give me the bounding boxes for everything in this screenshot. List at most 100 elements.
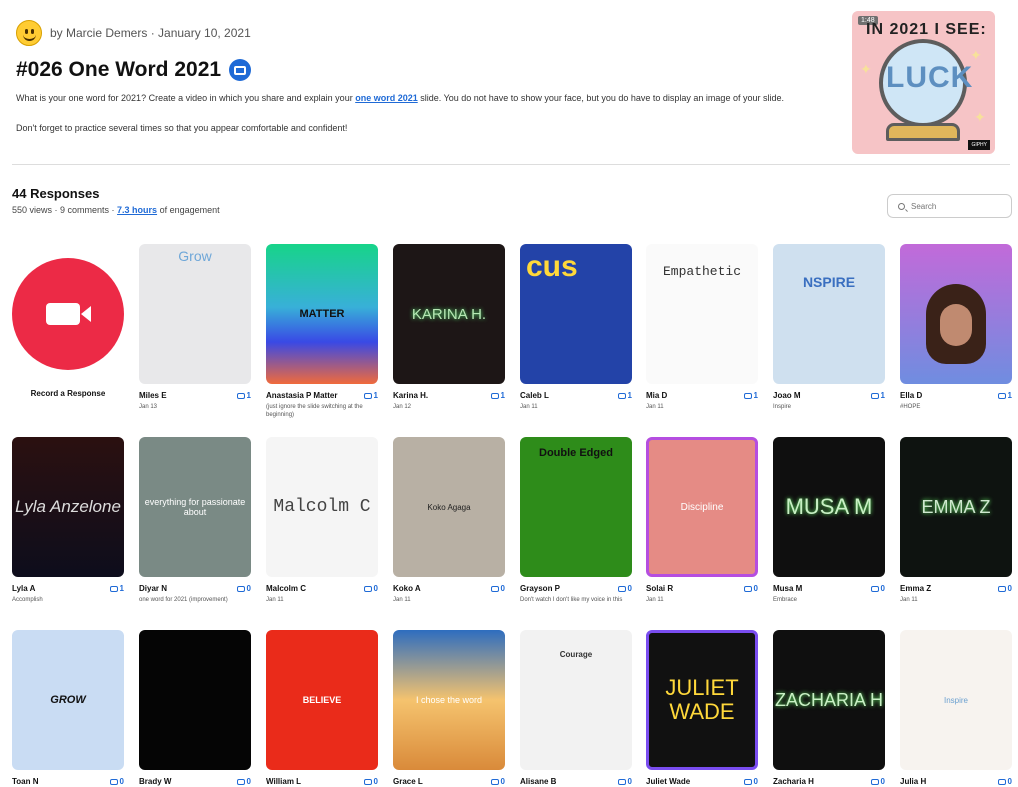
response-thumbnail[interactable]: MATTER — [266, 244, 378, 384]
response-thumbnail[interactable]: Inspire — [900, 630, 1012, 770]
comment-count[interactable]: 0 — [743, 584, 758, 593]
responder-name[interactable]: Malcolm C — [266, 584, 306, 593]
comment-count[interactable]: 1 — [997, 391, 1012, 400]
search-box[interactable] — [887, 194, 1012, 218]
response-thumbnail[interactable]: EMMA Z — [900, 437, 1012, 577]
comment-count[interactable]: 1 — [490, 391, 505, 400]
comment-count[interactable]: 0 — [617, 777, 632, 786]
responder-name[interactable]: Joao M — [773, 391, 801, 400]
response-card[interactable]: Grow Miles E 1 Jan 13 — [139, 244, 251, 411]
response-card[interactable]: Courage Alisane B 0 — [520, 630, 632, 786]
response-thumbnail[interactable]: JULIET WADE — [646, 630, 758, 770]
responder-name[interactable]: Anastasia P Matter — [266, 391, 337, 400]
comment-count[interactable]: 1 — [743, 391, 758, 400]
comment-count[interactable]: 0 — [997, 777, 1012, 786]
response-card[interactable]: ZACHARIA H Zacharia H 0 — [773, 630, 885, 786]
responder-name[interactable]: Zacharia H — [773, 777, 814, 786]
response-thumbnail[interactable] — [900, 244, 1012, 384]
share-screen-icon[interactable] — [229, 59, 252, 81]
response-thumbnail[interactable]: everything for passionate about — [139, 437, 251, 577]
responder-name[interactable]: Brady W — [139, 777, 171, 786]
response-card[interactable]: EMMA Z Emma Z 0 Jan 11 — [900, 437, 1012, 604]
responder-name[interactable]: Diyar N — [139, 584, 167, 593]
response-card[interactable]: NSPIRE Joao M 1 Inspire — [773, 244, 885, 411]
comment-count[interactable]: 1 — [363, 391, 378, 400]
responder-name[interactable]: William L — [266, 777, 301, 786]
comment-count[interactable]: 1 — [109, 584, 124, 593]
responder-name[interactable]: Ella D — [900, 391, 922, 400]
response-thumbnail[interactable]: cus — [520, 244, 632, 384]
response-thumbnail[interactable]: ZACHARIA H — [773, 630, 885, 770]
response-thumbnail[interactable]: Discipline — [646, 437, 758, 577]
record-response-label[interactable]: Record a Response — [12, 389, 124, 398]
responder-name[interactable]: Caleb L — [520, 391, 549, 400]
comment-count[interactable]: 0 — [490, 584, 505, 593]
response-thumbnail[interactable]: Malcolm C — [266, 437, 378, 577]
responder-name[interactable]: Juliet Wade — [646, 777, 690, 786]
response-card[interactable]: Inspire Julia H 0 — [900, 630, 1012, 786]
responder-name[interactable]: Koko A — [393, 584, 421, 593]
response-thumbnail[interactable]: Lyla Anzelone — [12, 437, 124, 577]
response-card[interactable]: Empathetic Mia D 1 Jan 11 — [646, 244, 758, 411]
response-thumbnail[interactable]: NSPIRE — [773, 244, 885, 384]
response-card[interactable]: cus Caleb L 1 Jan 11 — [520, 244, 632, 411]
responder-name[interactable]: Lyla A — [12, 584, 35, 593]
search-input[interactable] — [911, 201, 1006, 211]
responder-name[interactable]: Emma Z — [900, 584, 931, 593]
responder-name[interactable]: Grace L — [393, 777, 423, 786]
comment-count[interactable]: 0 — [870, 584, 885, 593]
smiley-avatar-icon[interactable] — [16, 20, 42, 46]
response-card[interactable]: KARINA H. Karina H. 1 Jan 12 — [393, 244, 505, 411]
comment-count[interactable]: 0 — [743, 777, 758, 786]
response-thumbnail[interactable]: GROW — [12, 630, 124, 770]
response-card[interactable]: Discipline Solai R 0 Jan 11 — [646, 437, 758, 604]
response-card[interactable]: BELIEVE William L 0 — [266, 630, 378, 786]
comment-count[interactable]: 0 — [997, 584, 1012, 593]
response-thumbnail[interactable] — [139, 630, 251, 770]
response-thumbnail[interactable]: Empathetic — [646, 244, 758, 384]
response-thumbnail[interactable]: Double Edged — [520, 437, 632, 577]
responder-name[interactable]: Miles E — [139, 391, 167, 400]
responder-name[interactable]: Solai R — [646, 584, 673, 593]
responder-name[interactable]: Musa M — [773, 584, 802, 593]
response-card[interactable]: Lyla Anzelone Lyla A 1 Accomplish — [12, 437, 124, 604]
comment-count[interactable]: 0 — [236, 584, 251, 593]
response-thumbnail[interactable]: Courage — [520, 630, 632, 770]
response-card[interactable]: Ella D 1 #HOPE — [900, 244, 1012, 411]
response-card[interactable]: Brady W 0 — [139, 630, 251, 786]
responder-name[interactable]: Grayson P — [520, 584, 560, 593]
response-thumbnail[interactable]: I chose the word — [393, 630, 505, 770]
response-thumbnail[interactable]: MUSA M — [773, 437, 885, 577]
cover-image[interactable]: 1:48 IN 2021 I SEE: ✦ ✦ ✦ LUCK GIPHY — [852, 11, 995, 154]
comment-count[interactable]: 0 — [617, 584, 632, 593]
response-card[interactable]: MUSA M Musa M 0 Embrace — [773, 437, 885, 604]
response-card[interactable]: I chose the word Grace L 0 — [393, 630, 505, 786]
response-card[interactable]: JULIET WADE Juliet Wade 0 — [646, 630, 758, 786]
engagement-hours-link[interactable]: 7.3 hours — [117, 205, 157, 215]
comment-count[interactable]: 0 — [363, 584, 378, 593]
response-card[interactable]: Malcolm C Malcolm C 0 Jan 11 — [266, 437, 378, 604]
responder-name[interactable]: Karina H. — [393, 391, 428, 400]
response-thumbnail[interactable]: KARINA H. — [393, 244, 505, 384]
comment-count[interactable]: 0 — [490, 777, 505, 786]
responder-name[interactable]: Julia H — [900, 777, 926, 786]
response-card[interactable]: everything for passionate about Diyar N 0… — [139, 437, 251, 604]
responder-name[interactable]: Alisane B — [520, 777, 556, 786]
response-card[interactable]: Koko Agaga Koko A 0 Jan 11 — [393, 437, 505, 604]
response-thumbnail[interactable]: Grow — [139, 244, 251, 384]
responder-name[interactable]: Toan N — [12, 777, 39, 786]
response-card[interactable]: Double Edged Grayson P 0 Don't watch I do… — [520, 437, 632, 604]
response-card[interactable]: GROW Toan N 0 — [12, 630, 124, 786]
one-word-link[interactable]: one word 2021 — [355, 93, 418, 103]
comment-count[interactable]: 1 — [617, 391, 632, 400]
comment-count[interactable]: 1 — [236, 391, 251, 400]
comment-count[interactable]: 0 — [870, 777, 885, 786]
comment-count[interactable]: 1 — [870, 391, 885, 400]
responder-name[interactable]: Mia D — [646, 391, 667, 400]
response-card[interactable]: MATTER Anastasia P Matter 1 (just ignore … — [266, 244, 378, 419]
comment-count[interactable]: 0 — [363, 777, 378, 786]
comment-count[interactable]: 0 — [236, 777, 251, 786]
comment-count[interactable]: 0 — [109, 777, 124, 786]
response-thumbnail[interactable]: BELIEVE — [266, 630, 378, 770]
response-thumbnail[interactable]: Koko Agaga — [393, 437, 505, 577]
